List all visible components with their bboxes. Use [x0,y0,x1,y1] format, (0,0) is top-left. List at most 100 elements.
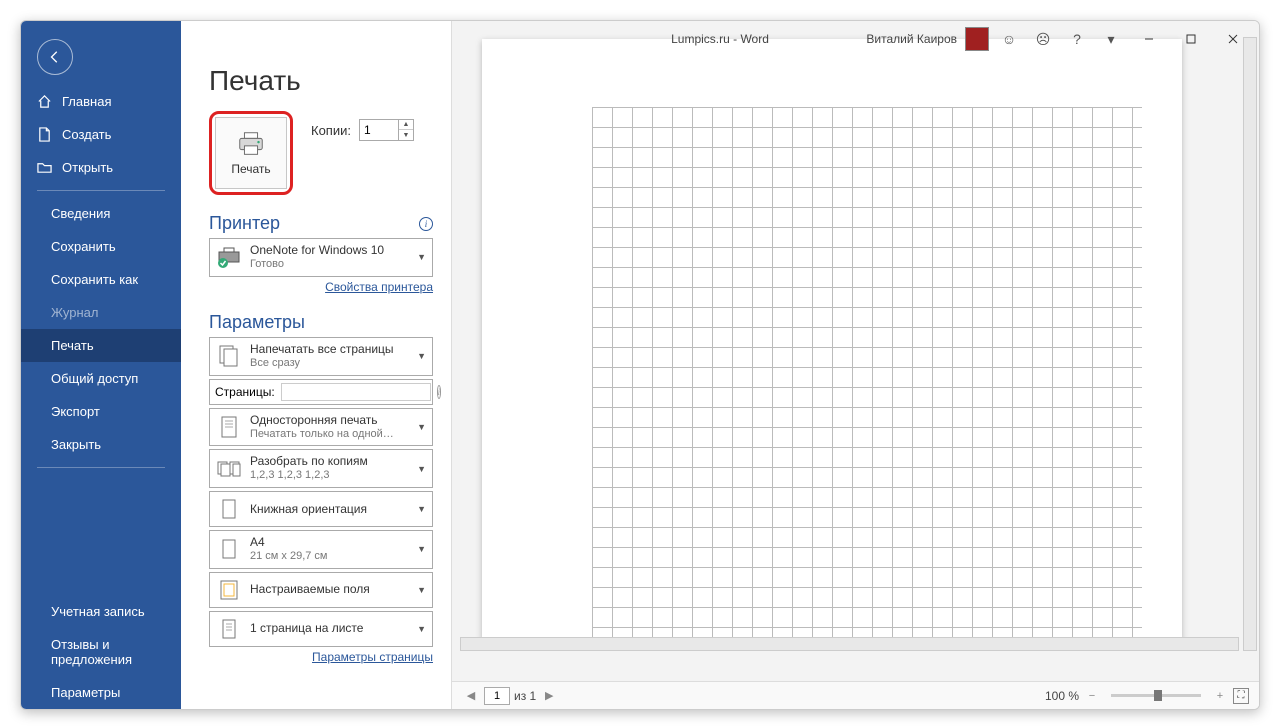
sidebar-item-save[interactable]: Сохранить [21,230,181,263]
print-range-dropdown[interactable]: Напечатать все страницыВсе сразу ▼ [209,337,433,376]
chevron-down-icon: ▼ [417,585,426,595]
close-button[interactable] [1215,25,1251,53]
spin-down-icon[interactable]: ▼ [399,130,413,140]
chevron-down-icon: ▼ [417,252,426,262]
dd-title: A4 [250,535,409,550]
sidebar-label: Отзывы и предложения [51,637,165,667]
sidebar-label: Параметры [51,685,120,700]
page-setup-link[interactable]: Параметры страницы [209,650,433,664]
sidebar-label: Сохранить как [51,272,138,287]
paper-size-dropdown[interactable]: A421 см x 29,7 см ▼ [209,530,433,569]
page-grid [592,107,1142,639]
info-icon[interactable]: i [437,385,442,399]
dd-sub: Все сразу [250,357,409,371]
chevron-down-icon: ▼ [417,624,426,634]
printer-dropdown[interactable]: OneNote for Windows 10Готово ▼ [209,238,433,277]
open-icon [37,160,52,175]
print-button-highlight: Печать [209,111,293,195]
sidebar-item-home[interactable]: Главная [21,85,181,118]
sidebar-item-saveas[interactable]: Сохранить как [21,263,181,296]
home-icon [37,94,52,109]
sided-dropdown[interactable]: Односторонняя печатьПечатать только на о… [209,408,433,447]
user-name: Виталий Каиров [866,32,957,46]
sidebar-label: Создать [62,127,111,142]
sidebar-label: Сведения [51,206,110,221]
title-bar: Lumpics.ru - Word Виталий Каиров ☺ ☹ ? ▾ [181,21,1259,57]
sidebar-item-history[interactable]: Журнал [21,296,181,329]
sidebar-item-close[interactable]: Закрыть [21,428,181,461]
single-side-icon [216,414,242,440]
dd-title: Разобрать по копиям [250,454,409,469]
sidebar-label: Журнал [51,305,98,320]
ribbon-options-icon[interactable]: ▾ [1097,25,1125,53]
printer-status: Готово [250,258,409,272]
prev-page-button[interactable]: ◀ [462,687,480,705]
sidebar-label: Общий доступ [51,371,138,386]
sidebar-item-feedback[interactable]: Отзывы и предложения [21,628,181,676]
print-preview: ◀ из 1 ▶ 100 % − + ⛶ [451,21,1259,709]
dd-title: Напечатать все страницы [250,342,409,357]
spin-up-icon[interactable]: ▲ [399,120,413,130]
preview-footer: ◀ из 1 ▶ 100 % − + ⛶ [452,681,1259,709]
avatar[interactable] [965,27,989,51]
sidebar-item-account[interactable]: Учетная запись [21,595,181,628]
page-number-input[interactable] [484,687,510,705]
minimize-button[interactable] [1131,25,1167,53]
print-panel: Печать Печать Копии: ▲▼ [181,21,451,709]
chevron-down-icon: ▼ [417,544,426,554]
printer-ready-icon [216,244,242,270]
back-button[interactable] [37,39,73,75]
page-title: Печать [209,65,433,97]
sidebar-label: Закрыть [51,437,101,452]
margins-icon [216,577,242,603]
printer-icon [236,130,266,158]
collate-dropdown[interactable]: Разобрать по копиям1,2,3 1,2,3 1,2,3 ▼ [209,449,433,488]
zoom-slider[interactable] [1111,694,1201,697]
margins-dropdown[interactable]: Настраиваемые поля ▼ [209,572,433,608]
sidebar-label: Главная [62,94,111,109]
pages-per-sheet-dropdown[interactable]: 1 страница на листе ▼ [209,611,433,647]
sidebar-label: Печать [51,338,94,353]
chevron-down-icon: ▼ [417,422,426,432]
next-page-button[interactable]: ▶ [540,687,558,705]
sidebar-item-open[interactable]: Открыть [21,151,181,184]
chevron-down-icon: ▼ [417,464,426,474]
sidebar-item-print[interactable]: Печать [21,329,181,362]
sidebar-item-export[interactable]: Экспорт [21,395,181,428]
sidebar-item-new[interactable]: Создать [21,118,181,151]
smile-icon[interactable]: ☺ [995,25,1023,53]
dd-sub: Печатать только на одной… [250,428,409,442]
backstage-sidebar: Главная Создать Открыть Сведения Сохрани… [21,21,181,709]
sidebar-item-share[interactable]: Общий доступ [21,362,181,395]
printer-properties-link[interactable]: Свойства принтера [209,280,433,294]
dd-title: 1 страница на листе [250,621,409,636]
page-of-label: из 1 [514,689,536,703]
sidebar-label: Сохранить [51,239,116,254]
one-page-icon [216,616,242,642]
horizontal-scrollbar[interactable] [460,637,1239,651]
dd-title: Настраиваемые поля [250,582,409,597]
pages-label: Страницы: [215,385,275,399]
print-button[interactable]: Печать [215,117,287,189]
zoom-in-button[interactable]: + [1211,687,1229,705]
pages-icon [216,343,242,369]
info-icon[interactable]: i [419,217,433,231]
help-icon[interactable]: ? [1063,25,1091,53]
sidebar-item-info[interactable]: Сведения [21,197,181,230]
maximize-button[interactable] [1173,25,1209,53]
collate-icon [216,456,242,482]
copies-spinner[interactable]: ▲▼ [359,119,414,141]
vertical-scrollbar[interactable] [1243,37,1257,651]
print-button-label: Печать [231,162,270,176]
dd-title: Книжная ориентация [250,502,409,517]
copies-input[interactable] [360,123,398,137]
copies-label: Копии: [311,123,351,138]
fit-to-window-button[interactable]: ⛶ [1233,688,1249,704]
sidebar-label: Открыть [62,160,113,175]
zoom-out-button[interactable]: − [1083,687,1101,705]
pages-input[interactable] [281,383,431,401]
paper-icon [216,536,242,562]
sidebar-item-options[interactable]: Параметры [21,676,181,709]
orientation-dropdown[interactable]: Книжная ориентация ▼ [209,491,433,527]
frown-icon[interactable]: ☹ [1029,25,1057,53]
